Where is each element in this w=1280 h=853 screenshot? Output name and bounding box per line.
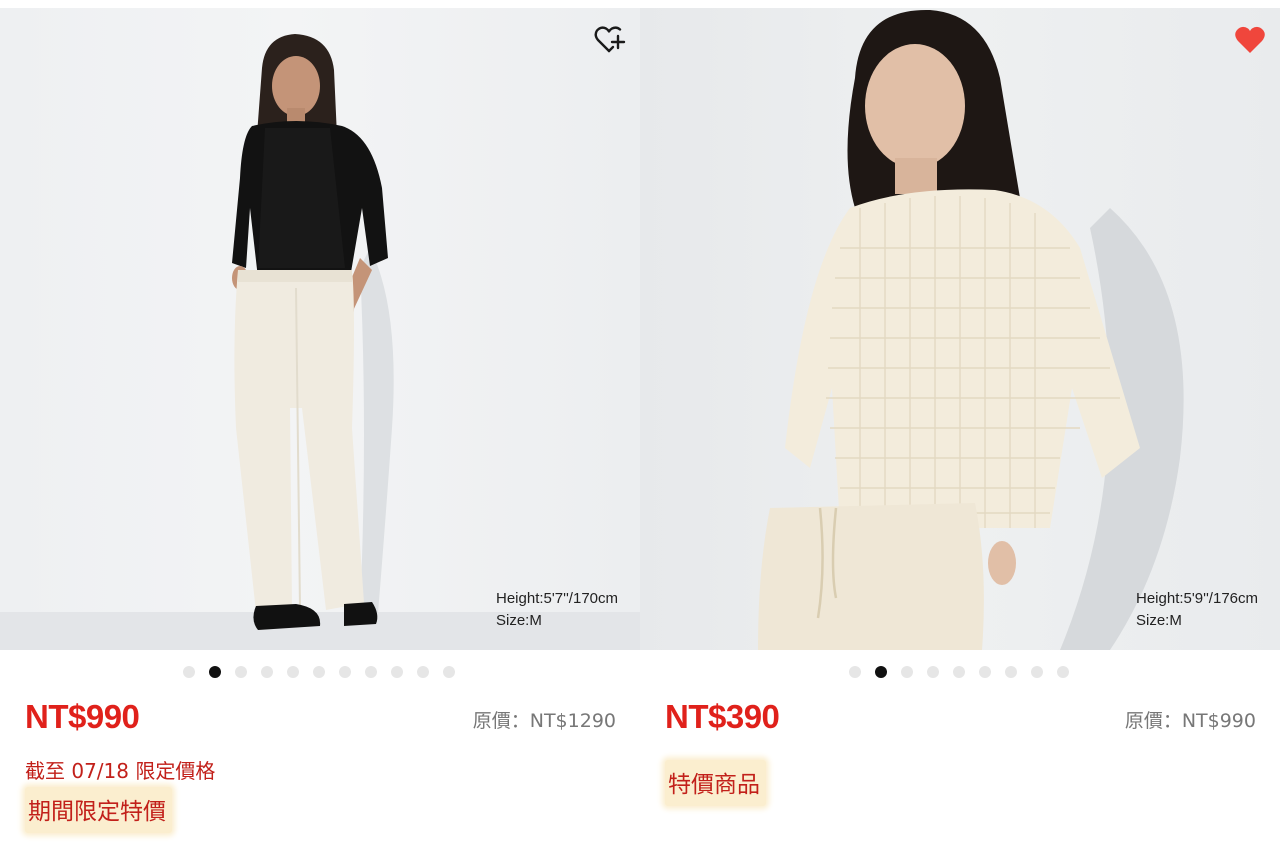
carousel-dot[interactable] (261, 666, 273, 678)
product-image[interactable]: Height:5'7''/170cm Size:M (0, 8, 640, 650)
carousel-dot[interactable] (1057, 666, 1069, 678)
carousel-dot[interactable] (443, 666, 455, 678)
heart-plus-icon (594, 26, 626, 53)
model-photo-illustration (758, 9, 1184, 650)
limited-price-note: 截至 07/18 限定價格 (25, 759, 216, 783)
promo-badge: 期間限定特價 (25, 787, 172, 833)
carousel-dot[interactable] (1005, 666, 1017, 678)
promo-badge: 特價商品 (665, 760, 766, 806)
carousel-dot[interactable] (365, 666, 377, 678)
add-to-wishlist-button[interactable] (592, 22, 628, 58)
carousel-dot[interactable] (339, 666, 351, 678)
product-card-1[interactable]: Height:5'7''/170cm Size:M NT$990 原價：NT$1… (0, 0, 640, 853)
sale-price: NT$990 (25, 698, 140, 735)
model-height: Height:5'9''/176cm (1136, 590, 1258, 607)
original-price: 原價：NT$1290 (472, 710, 616, 732)
carousel-dot-active[interactable] (209, 666, 221, 678)
carousel-dot[interactable] (183, 666, 195, 678)
carousel-dot[interactable] (927, 666, 939, 678)
carousel-dot[interactable] (953, 666, 965, 678)
carousel-dot-active[interactable] (875, 666, 887, 678)
heart-filled-icon (1235, 26, 1265, 53)
carousel-dot[interactable] (901, 666, 913, 678)
carousel-dot[interactable] (849, 666, 861, 678)
product-card-2[interactable]: Height:5'9''/176cm Size:M NT$390 原價：NT$9… (640, 0, 1280, 853)
image-carousel-dots (849, 666, 1069, 678)
carousel-dot[interactable] (391, 666, 403, 678)
carousel-dot[interactable] (313, 666, 325, 678)
carousel-dot[interactable] (979, 666, 991, 678)
model-size: Size:M (1136, 612, 1182, 629)
model-info: Height:5'7''/170cm Size:M (496, 588, 618, 632)
image-carousel-dots (183, 666, 455, 678)
carousel-dot[interactable] (235, 666, 247, 678)
model-photo-illustration (232, 34, 394, 630)
model-info: Height:5'9''/176cm Size:M (1136, 588, 1258, 632)
product-image[interactable]: Height:5'9''/176cm Size:M (640, 8, 1280, 650)
carousel-dot[interactable] (1031, 666, 1043, 678)
carousel-dot[interactable] (417, 666, 429, 678)
remove-from-wishlist-button[interactable] (1232, 22, 1268, 58)
sale-price: NT$390 (665, 698, 780, 735)
original-price: 原價：NT$990 (1124, 710, 1256, 732)
carousel-dot[interactable] (287, 666, 299, 678)
model-height: Height:5'7''/170cm (496, 590, 618, 607)
model-size: Size:M (496, 612, 542, 629)
